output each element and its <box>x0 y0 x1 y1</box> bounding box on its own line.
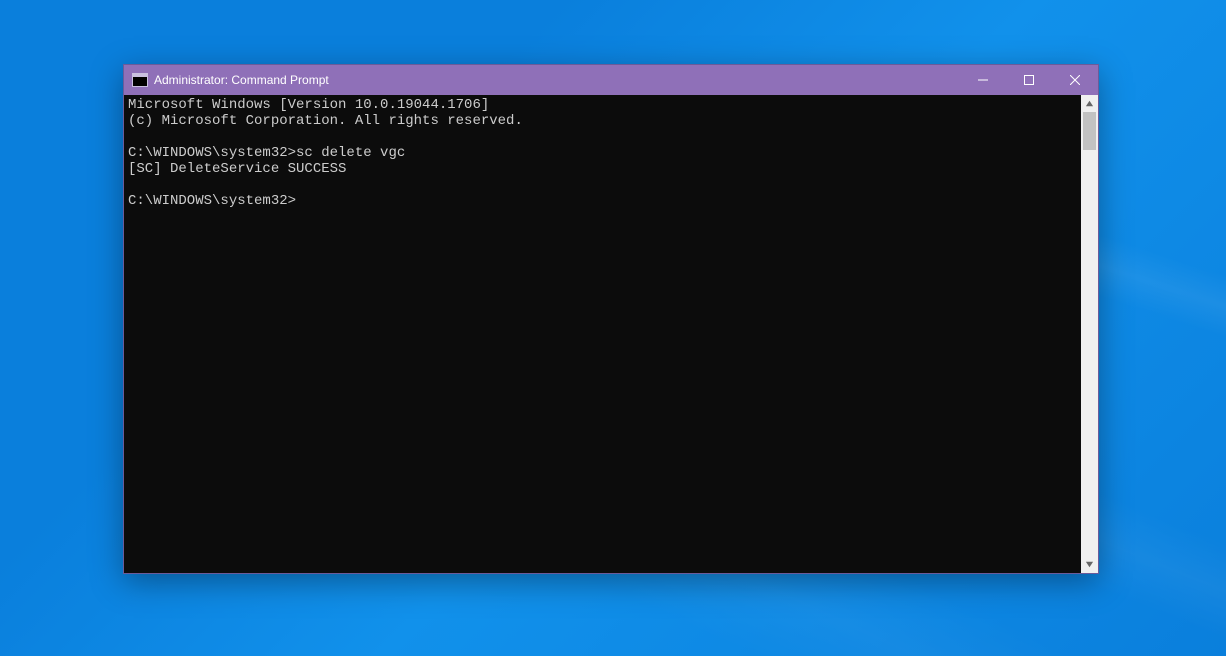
text-cursor <box>296 195 304 209</box>
close-button[interactable] <box>1052 65 1098 95</box>
command-prompt-window: Administrator: Command Prompt Microsoft … <box>123 64 1099 574</box>
console-line: C:\WINDOWS\system32> <box>128 193 1077 209</box>
maximize-button[interactable] <box>1006 65 1052 95</box>
titlebar[interactable]: Administrator: Command Prompt <box>124 65 1098 95</box>
close-icon <box>1070 75 1080 85</box>
chevron-down-icon <box>1085 560 1094 569</box>
scroll-up-button[interactable] <box>1081 95 1098 112</box>
console-output[interactable]: Microsoft Windows [Version 10.0.19044.17… <box>124 95 1081 573</box>
console-line: (c) Microsoft Corporation. All rights re… <box>128 113 1077 129</box>
window-title: Administrator: Command Prompt <box>154 73 329 87</box>
console-line: Microsoft Windows [Version 10.0.19044.17… <box>128 97 1077 113</box>
scrollbar-track[interactable] <box>1081 112 1098 556</box>
console-line: C:\WINDOWS\system32>sc delete vgc <box>128 145 1077 161</box>
chevron-up-icon <box>1085 99 1094 108</box>
scroll-down-button[interactable] <box>1081 556 1098 573</box>
maximize-icon <box>1024 75 1034 85</box>
console-line: [SC] DeleteService SUCCESS <box>128 161 1077 177</box>
console-line <box>128 177 1077 193</box>
vertical-scrollbar[interactable] <box>1081 95 1098 573</box>
scrollbar-thumb[interactable] <box>1083 112 1096 150</box>
cmd-icon <box>132 73 148 87</box>
console-line <box>128 129 1077 145</box>
minimize-button[interactable] <box>960 65 1006 95</box>
minimize-icon <box>978 75 988 85</box>
